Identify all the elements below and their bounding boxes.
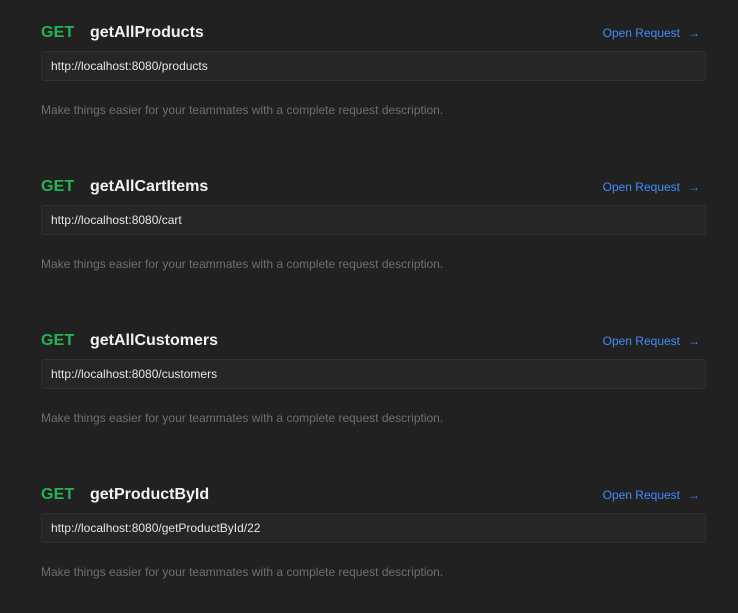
request-description: Make things easier for your teammates wi… (41, 103, 444, 117)
request-header: GET getAllCustomers Open Request → (41, 326, 706, 356)
request-item: GET getAllCustomers Open Request → http:/… (41, 326, 706, 446)
url-field[interactable]: http://localhost:8080/customers (41, 359, 706, 389)
request-name[interactable]: getAllCartItems (90, 172, 208, 202)
request-item: GET getProductById Open Request → http://… (41, 480, 706, 600)
request-name[interactable]: getAllProducts (90, 18, 204, 48)
request-item: GET getAllCartItems Open Request → http:/… (41, 172, 706, 292)
url-field[interactable]: http://localhost:8080/products (41, 51, 706, 81)
request-header: GET getAllCartItems Open Request → (41, 172, 706, 202)
open-request-label[interactable]: Open Request (603, 488, 680, 502)
url-field[interactable]: http://localhost:8080/getProductById/22 (41, 513, 706, 543)
request-description: Make things easier for your teammates wi… (41, 565, 444, 579)
request-name[interactable]: getProductById (90, 480, 209, 510)
open-request-label[interactable]: Open Request (603, 180, 680, 194)
url-text[interactable]: http://localhost:8080/getProductById/22 (51, 514, 260, 542)
request-header: GET getAllProducts Open Request → (41, 18, 706, 48)
request-name[interactable]: getAllCustomers (90, 326, 218, 356)
open-request-label[interactable]: Open Request (603, 334, 680, 348)
url-text[interactable]: http://localhost:8080/cart (51, 206, 182, 234)
url-field[interactable]: http://localhost:8080/cart (41, 205, 706, 235)
arrow-right-icon[interactable]: → (688, 18, 700, 48)
request-list: GET getAllProducts Open Request → http://… (0, 0, 738, 613)
arrow-right-icon[interactable]: → (688, 480, 700, 510)
url-text[interactable]: http://localhost:8080/customers (51, 360, 217, 388)
open-request-link[interactable]: Open Request → (603, 18, 700, 48)
request-description: Make things easier for your teammates wi… (41, 411, 444, 425)
open-request-label[interactable]: Open Request (603, 26, 680, 40)
request-item: GET getAllProducts Open Request → http://… (41, 18, 706, 138)
open-request-link[interactable]: Open Request → (603, 480, 700, 510)
request-description: Make things easier for your teammates wi… (41, 257, 444, 271)
arrow-right-icon[interactable]: → (688, 172, 700, 202)
open-request-link[interactable]: Open Request → (603, 172, 700, 202)
request-header: GET getProductById Open Request → (41, 480, 706, 510)
method-badge: GET (41, 486, 75, 503)
method-badge: GET (41, 332, 75, 349)
url-text[interactable]: http://localhost:8080/products (51, 52, 208, 80)
method-badge: GET (41, 178, 75, 195)
arrow-right-icon[interactable]: → (688, 326, 700, 356)
method-badge: GET (41, 24, 75, 41)
open-request-link[interactable]: Open Request → (603, 326, 700, 356)
